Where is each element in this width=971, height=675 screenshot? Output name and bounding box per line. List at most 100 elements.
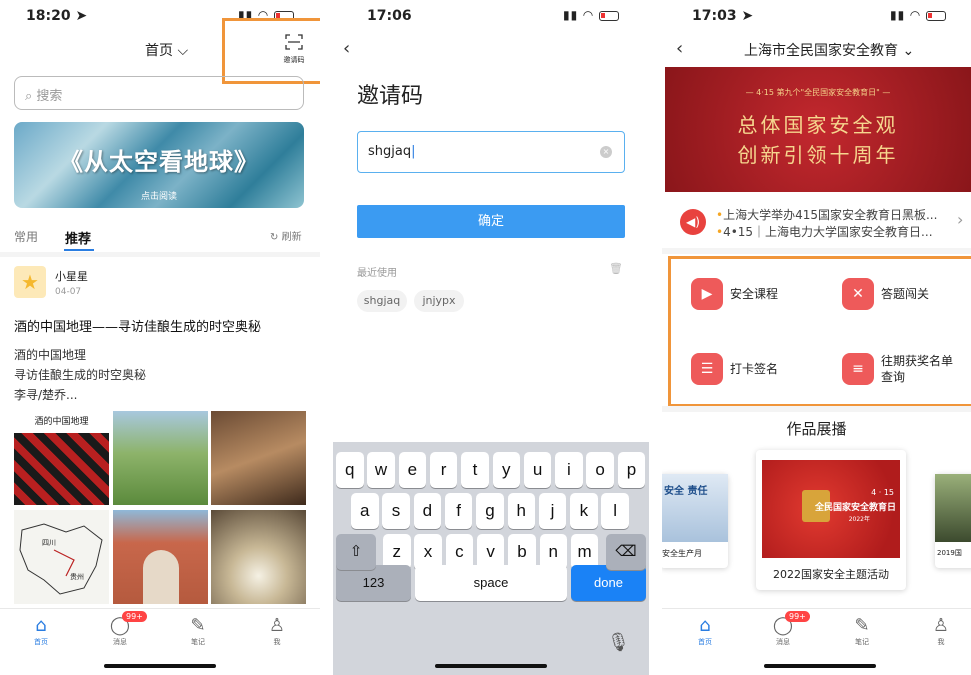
recent-chip[interactable]: jnjypx (414, 290, 464, 312)
key-h[interactable]: h (507, 493, 535, 529)
banner-top-text: — 4·15 第九个"全民国家安全教育日" — (745, 88, 891, 97)
divider (662, 248, 971, 254)
showcase-card[interactable]: 2019国 (935, 474, 971, 568)
page-title[interactable]: 首页 ⌵ (145, 40, 188, 60)
page-title[interactable]: 上海市全民国家安全教育 ⌄ (744, 40, 914, 60)
card-title: 2019国 (937, 549, 962, 557)
tabbar-label: 我 (273, 638, 281, 646)
tab-recommend[interactable]: 推荐 (65, 228, 91, 247)
news-item[interactable]: •4•15｜上海电力大学国家安全教育日... (716, 223, 933, 240)
key-done[interactable]: done (571, 565, 646, 601)
key-r[interactable]: r (429, 452, 458, 488)
post-image[interactable]: 酒的中国地理 (14, 411, 109, 505)
tabbar-message[interactable]: ◯ 99+ 消息 (100, 611, 147, 647)
banner-read-link[interactable]: 点击阅读 (14, 189, 304, 202)
tabbar-notes[interactable]: ✎ 笔记 (842, 615, 882, 647)
key-f[interactable]: f (444, 493, 473, 529)
post-date: 04-07 (55, 287, 82, 297)
key-a[interactable]: a (351, 493, 379, 529)
key-u[interactable]: u (523, 452, 552, 488)
card-title: 安全生产月 (662, 549, 702, 558)
author-name[interactable]: 小星星 (55, 268, 88, 284)
key-l[interactable]: l (601, 493, 629, 529)
event-banner[interactable]: — 4·15 第九个"全民国家安全教育日" — 总体国家安全观 创新引领十周年 (665, 67, 971, 192)
tabbar-notes[interactable]: ✎ 笔记 (178, 615, 218, 647)
key-o[interactable]: o (586, 452, 614, 488)
key-t[interactable]: t (461, 452, 489, 488)
avatar[interactable]: ★ (14, 266, 46, 298)
post-line: 酒的中国地理 (14, 348, 87, 362)
back-icon[interactable]: ‹ (676, 38, 683, 59)
key-space[interactable]: space (415, 565, 567, 601)
refresh-button[interactable]: ↻ 刷新 (270, 228, 302, 243)
key-w[interactable]: w (367, 452, 395, 488)
poster-image: 4 · 15 全民国家安全教育日 2022年 (762, 460, 900, 558)
key-q[interactable]: q (336, 452, 364, 488)
backspace-icon[interactable]: ⌫ (606, 534, 646, 570)
tab-common[interactable]: 常用 (14, 228, 38, 245)
home-indicator (435, 664, 547, 668)
post-image[interactable] (211, 510, 306, 604)
tabbar-label: 我 (937, 638, 945, 646)
post-image[interactable] (211, 411, 306, 505)
key-p[interactable]: p (617, 452, 646, 488)
poster-image (935, 474, 971, 542)
key-k[interactable]: k (570, 493, 598, 529)
key-e[interactable]: e (398, 452, 427, 488)
map-label: 四川 (42, 539, 56, 547)
key-j[interactable]: j (538, 493, 567, 529)
invite-code-input[interactable]: shgjaq| × (357, 131, 625, 173)
post-image[interactable] (113, 411, 208, 505)
key-s[interactable]: s (382, 493, 410, 529)
back-icon[interactable]: ‹ (343, 38, 350, 59)
confirm-button[interactable]: 确定 (357, 205, 625, 238)
key-y[interactable]: y (492, 452, 520, 488)
showcase-card[interactable]: 4 · 15 全民国家安全教育日 2022年 2022国家安全主题活动 (756, 450, 906, 590)
message-badge: 99+ (122, 611, 147, 622)
microphone-icon[interactable]: 🎙 (607, 632, 630, 653)
tabbar-home[interactable]: ⌂ 首页 (21, 615, 61, 647)
tabbar-label: 笔记 (855, 638, 869, 646)
message-badge: 99+ (785, 611, 810, 622)
map-outline (19, 523, 103, 595)
refresh-label: 刷新 (281, 232, 302, 243)
tabbar-message[interactable]: ◯ 99+ 消息 (763, 611, 810, 647)
search-placeholder: 搜索 (36, 89, 63, 104)
key-i[interactable]: i (555, 452, 583, 488)
chevron-right-icon[interactable]: › (957, 210, 963, 229)
news-item[interactable]: •上海大学举办415国家安全教育日黑板... (716, 206, 937, 223)
divider (0, 252, 320, 257)
showcase-card[interactable]: 安全 责任 安全生产月 (662, 474, 728, 568)
status-icons: ▮▮ ◠ (563, 8, 619, 22)
tabbar-label: 消息 (113, 638, 127, 646)
recent-chip[interactable]: shgjaq (357, 290, 407, 312)
post-image[interactable] (113, 510, 208, 604)
refresh-icon: ↻ (270, 232, 279, 243)
recent-label: 最近使用 (357, 268, 397, 279)
banner[interactable]: 《从太空看地球》 点击阅读 (14, 122, 304, 208)
tabbar-me[interactable]: ♙ 我 (921, 615, 961, 647)
highlight-box-invite (222, 18, 320, 84)
user-icon: ♙ (268, 615, 286, 636)
search-input[interactable]: ⌕ 搜索 (14, 76, 304, 110)
tabbar-home[interactable]: ⌂ 首页 (685, 615, 725, 647)
tabbar-me[interactable]: ♙ 我 (257, 615, 297, 647)
user-icon: ♙ (932, 615, 950, 636)
post-image-map[interactable]: 四川 贵州 (14, 510, 109, 604)
key-g[interactable]: g (476, 493, 504, 529)
key-d[interactable]: d (413, 493, 442, 529)
speaker-icon: ◀) (680, 209, 706, 235)
post-title[interactable]: 酒的中国地理——寻访佳酿生成的时空奥秘 (14, 316, 261, 335)
search-icon: ⌕ (25, 89, 33, 104)
home-icon: ⌂ (699, 615, 711, 636)
trash-icon[interactable]: 🗑 (609, 262, 623, 275)
post-line: 寻访佳酿生成的时空奥秘 (14, 368, 147, 382)
poster-text: 安全 责任 (662, 474, 728, 542)
tabbar-label: 首页 (698, 638, 712, 646)
tabbar-label: 笔记 (191, 638, 205, 646)
clear-icon[interactable]: × (600, 146, 612, 158)
shift-icon[interactable]: ⇧ (336, 534, 376, 570)
news-text: 4•15｜上海电力大学国家安全教育日... (723, 225, 933, 239)
key-123[interactable]: 123 (336, 565, 411, 601)
book-cover-text: 酒的中国地理 (14, 411, 109, 433)
